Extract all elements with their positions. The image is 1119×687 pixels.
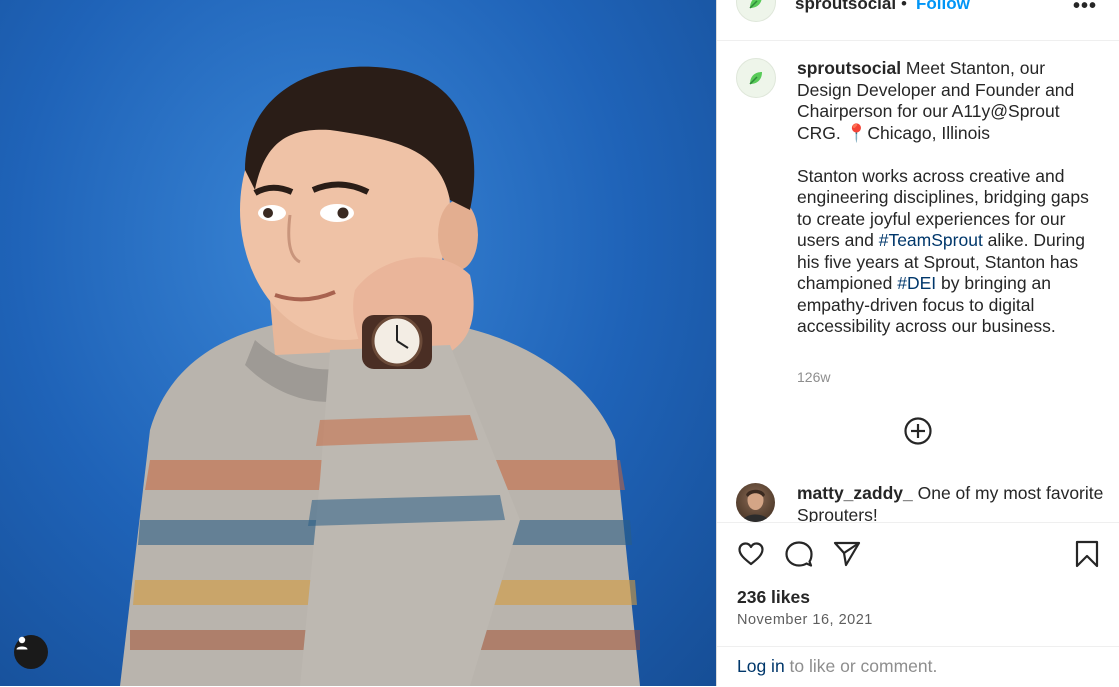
comment-username[interactable]: matty_zaddy_ [797,483,913,503]
save-button[interactable] [1072,539,1102,574]
comment-button[interactable] [784,539,814,574]
more-options-button[interactable]: ••• [1073,0,1097,18]
login-prompt: Log in to like or comment. [717,646,1119,687]
post-photo[interactable] [0,0,716,686]
plus-circle-icon [904,417,932,445]
login-prompt-text: to like or comment. [784,656,938,676]
caption-location: Chicago, Illinois [867,122,990,143]
heart-icon [738,542,764,566]
caption-avatar[interactable] [736,58,776,98]
sprout-logo-icon [749,0,762,9]
pin-icon: 📍 [845,122,868,143]
share-button[interactable] [832,539,862,574]
hashtag-teamsprout[interactable]: #TeamSprout [879,230,983,250]
bookmark-icon [1075,540,1099,568]
caption-time-ago[interactable]: 126w [797,369,830,385]
comment-icon [785,541,813,567]
comment-item: matty_zaddy_ One of my most favorite Spr… [797,483,1107,523]
commenter-photo [742,489,769,522]
login-link[interactable]: Log in [737,656,785,676]
user-icon [16,636,28,650]
header-separator: • [901,0,907,13]
likes-count[interactable]: 236 likes [737,587,810,608]
commenter-avatar[interactable] [736,483,775,522]
follow-button[interactable]: Follow [916,0,970,14]
paper-plane-icon [833,541,861,567]
header-username[interactable]: sproutsocial [795,0,896,14]
tagged-users-button[interactable] [14,635,48,669]
caption-username[interactable]: sproutsocial [797,58,901,78]
post-caption: sproutsocial Meet Stanton, our Design De… [797,58,1097,338]
post-side-panel: sproutsocial • Follow ••• sproutsocial M… [716,0,1119,686]
portrait-illustration [120,66,640,686]
hashtag-dei[interactable]: #DEI [897,273,936,293]
post-header: sproutsocial • Follow ••• [717,0,1119,41]
post-actions-bar [717,522,1119,568]
sprout-logo-icon [749,72,762,85]
post-date[interactable]: November 16, 2021 [737,612,873,628]
like-button[interactable] [736,539,766,574]
load-more-comments-button[interactable] [903,416,933,446]
profile-avatar[interactable] [736,0,776,22]
